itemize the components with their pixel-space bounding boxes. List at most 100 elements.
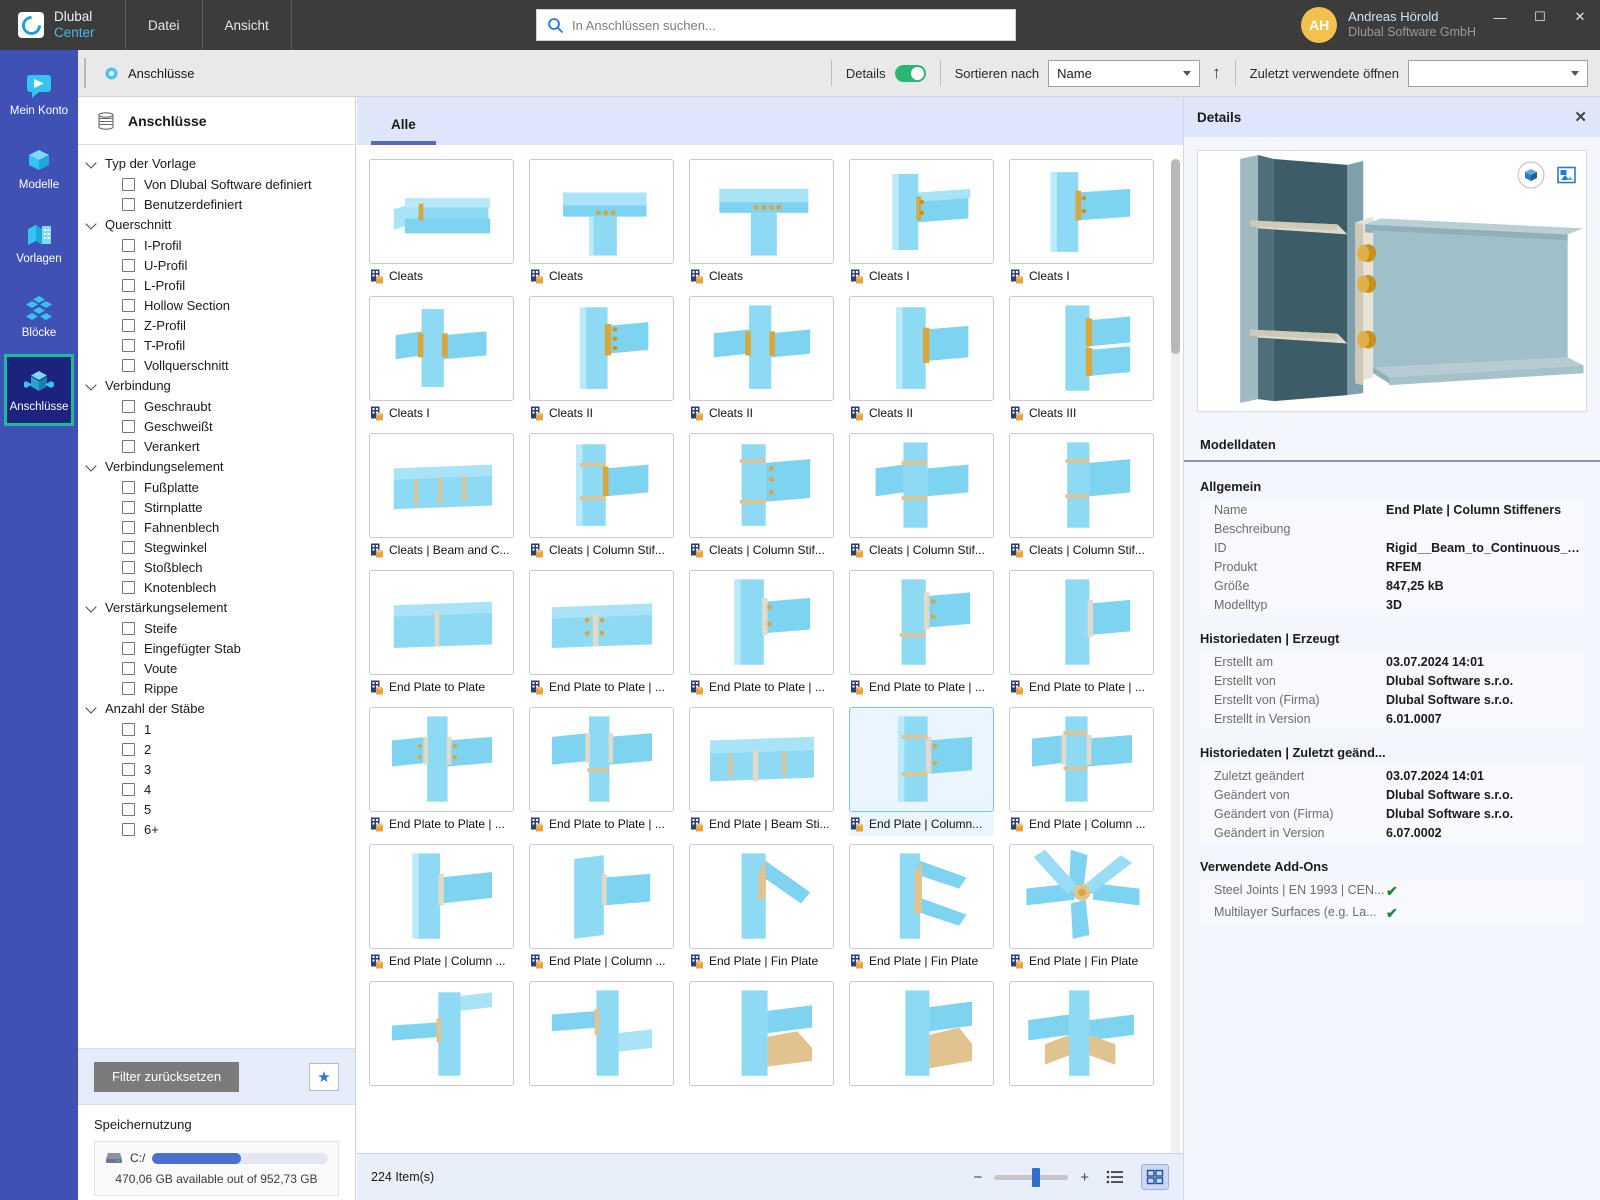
grid-item[interactable]: Cleats <box>689 159 834 288</box>
grid-item[interactable]: End Plate | Column ... <box>529 844 674 973</box>
filter-option[interactable]: Stoßblech <box>84 557 355 577</box>
checkbox[interactable] <box>122 358 135 372</box>
filter-option[interactable]: Voute <box>84 658 355 678</box>
grid-item[interactable]: Cleats III <box>1009 296 1154 425</box>
checkbox[interactable] <box>122 782 135 796</box>
filter-option[interactable]: Von Dlubal Software definiert <box>84 174 355 194</box>
filter-option[interactable]: U-Profil <box>84 255 355 275</box>
arrow-up-icon[interactable]: ↑ <box>1212 63 1221 83</box>
checkbox[interactable] <box>122 419 135 433</box>
maximize-button[interactable]: ☐ <box>1520 0 1560 34</box>
checkbox[interactable] <box>122 560 135 574</box>
checkbox[interactable] <box>122 177 135 191</box>
checkbox[interactable] <box>122 681 135 695</box>
checkbox[interactable] <box>122 278 135 292</box>
grid-view-button[interactable] <box>1141 1164 1169 1190</box>
tab-alle[interactable]: Alle <box>371 117 436 145</box>
filter-option[interactable]: T-Profil <box>84 335 355 355</box>
grid-item[interactable]: End Plate | Fin Plate <box>689 844 834 973</box>
filter-option[interactable]: Geschraubt <box>84 396 355 416</box>
filter-option[interactable]: L-Profil <box>84 275 355 295</box>
checkbox[interactable] <box>122 822 135 836</box>
checkbox[interactable] <box>122 520 135 534</box>
rail-item-bloecke[interactable]: Blöcke <box>4 280 74 352</box>
filter-option[interactable]: Geschweißt <box>84 416 355 436</box>
filter-group-verstaerkungselement[interactable]: Verstärkungselement <box>84 597 355 618</box>
grid-item[interactable]: End Plate to Plate | ... <box>369 707 514 836</box>
filter-group-querschnitt[interactable]: Querschnitt <box>84 214 355 235</box>
grid-item[interactable]: End Plate to Plate | ... <box>689 570 834 699</box>
grid-item[interactable]: Cleats | Column Stif... <box>1009 433 1154 562</box>
favorites-button[interactable]: ★ <box>309 1062 339 1091</box>
filter-option[interactable]: Hollow Section <box>84 295 355 315</box>
reset-filter-button[interactable]: Filter zurücksetzen <box>94 1061 240 1092</box>
checkbox[interactable] <box>122 742 135 756</box>
grid-item[interactable]: End Plate | Fin Plate <box>1009 844 1154 973</box>
grid-item[interactable]: End Plate | Beam Sti... <box>689 707 834 836</box>
grid-item[interactable]: End Plate | Fin Plate <box>849 844 994 973</box>
filter-option[interactable]: 4 <box>84 779 355 799</box>
zoom-in-button[interactable]: + <box>1080 1169 1089 1186</box>
checkbox[interactable] <box>122 661 135 675</box>
checkbox[interactable] <box>122 480 135 494</box>
filter-group-anzahl-der-staebe[interactable]: Anzahl der Stäbe <box>84 698 355 719</box>
filter-option[interactable]: 2 <box>84 739 355 759</box>
filter-option[interactable]: Stegwinkel <box>84 537 355 557</box>
rotate-3d-button[interactable] <box>1516 160 1546 193</box>
checkbox[interactable] <box>122 318 135 332</box>
filter-option[interactable]: Fahnenblech <box>84 517 355 537</box>
grid-item[interactable]: Cleats II <box>689 296 834 425</box>
grid-item[interactable] <box>849 981 994 1110</box>
grid-item[interactable]: End Plate to Plate <box>369 570 514 699</box>
checkbox[interactable] <box>122 722 135 736</box>
checkbox[interactable] <box>122 338 135 352</box>
item-grid-scroll-area[interactable]: Cleats Cleats Cleats Cleats I Cleats I Cleats… <box>357 145 1183 1153</box>
grid-item[interactable]: Cleats | Column Stif... <box>689 433 834 562</box>
zoom-slider-knob[interactable] <box>1031 1167 1040 1187</box>
list-view-button[interactable] <box>1101 1164 1129 1190</box>
zoom-slider[interactable] <box>994 1167 1069 1187</box>
grid-item[interactable]: Cleats <box>529 159 674 288</box>
model-preview[interactable] <box>1197 150 1587 412</box>
grid-item[interactable]: Cleats II <box>529 296 674 425</box>
menu-ansicht[interactable]: Ansicht <box>203 0 292 50</box>
filter-option[interactable]: Stirnplatte <box>84 497 355 517</box>
grid-item[interactable]: End Plate | Column ... <box>1009 707 1154 836</box>
checkbox[interactable] <box>122 399 135 413</box>
close-icon[interactable]: ✕ <box>1574 108 1587 126</box>
grid-item[interactable]: End Plate to Plate | ... <box>529 570 674 699</box>
filter-option[interactable]: 1 <box>84 719 355 739</box>
filter-option[interactable]: 3 <box>84 759 355 779</box>
sort-select[interactable]: Name <box>1048 59 1201 87</box>
checkbox[interactable] <box>122 197 135 211</box>
rail-item-modelle[interactable]: Modelle <box>4 132 74 204</box>
recent-select[interactable] <box>1408 59 1588 87</box>
checkbox[interactable] <box>122 238 135 252</box>
filter-option[interactable]: Knotenblech <box>84 577 355 597</box>
filter-option[interactable]: Steife <box>84 618 355 638</box>
user-account-block[interactable]: AH Andreas Hörold Dlubal Software GmbH <box>1301 7 1476 43</box>
minimize-button[interactable]: — <box>1480 0 1520 34</box>
checkbox[interactable] <box>122 298 135 312</box>
filter-option[interactable]: Benutzerdefiniert <box>84 194 355 214</box>
checkbox[interactable] <box>122 621 135 635</box>
checkbox[interactable] <box>122 641 135 655</box>
grid-item[interactable]: End Plate | Column... <box>849 707 994 836</box>
search-input[interactable] <box>572 17 1005 33</box>
rail-item-anschluesse[interactable]: Anschlüsse <box>4 354 74 426</box>
filter-option[interactable]: Vollquerschnitt <box>84 355 355 375</box>
filter-option[interactable]: Fußplatte <box>84 477 355 497</box>
filter-option[interactable]: 5 <box>84 799 355 819</box>
checkbox[interactable] <box>122 500 135 514</box>
checkbox[interactable] <box>122 540 135 554</box>
filter-group-typ-der-vorlage[interactable]: Typ der Vorlage <box>84 153 355 174</box>
grid-item[interactable] <box>1009 981 1154 1110</box>
grid-item[interactable]: Cleats I <box>1009 159 1154 288</box>
filter-option[interactable]: Verankert <box>84 436 355 456</box>
grid-item[interactable] <box>369 981 514 1110</box>
filter-option[interactable]: Rippe <box>84 678 355 698</box>
checkbox[interactable] <box>122 802 135 816</box>
grid-item[interactable]: End Plate to Plate | ... <box>1009 570 1154 699</box>
grid-item[interactable] <box>689 981 834 1110</box>
close-button[interactable]: ✕ <box>1560 0 1600 34</box>
